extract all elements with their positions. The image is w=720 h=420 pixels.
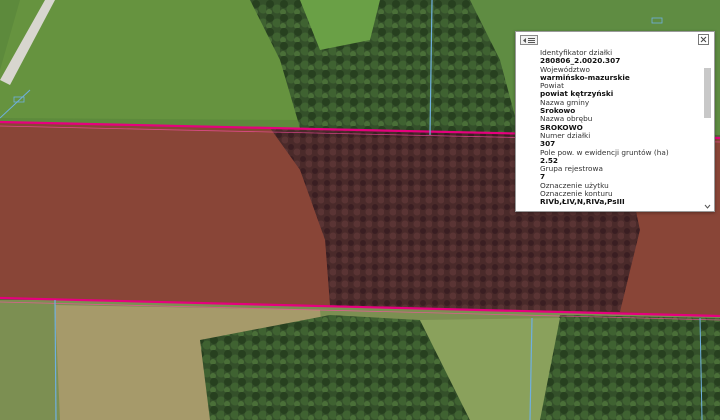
close-button[interactable] (698, 34, 709, 45)
popup-header (516, 32, 714, 48)
field-label-area: Pole pow. w ewidencji gruntów (ha) (540, 147, 669, 157)
scroll-down-button[interactable] (704, 203, 711, 210)
field-label-register-group: Grupa rejestrowa (540, 164, 603, 174)
popup-body: Identyfikator działki 280806_2.0020.307 … (540, 49, 700, 209)
chevron-down-icon (704, 204, 711, 209)
popup-scrollbar[interactable] (703, 48, 712, 210)
close-icon (700, 36, 707, 43)
list-collapse-icon (523, 37, 535, 43)
field-label-parcel-number: Numer działki (540, 130, 591, 140)
parcel-info-popup[interactable]: Identyfikator działki 280806_2.0020.307 … (515, 31, 715, 212)
field-value-voivodeship: warmińsko-mazurskie (540, 72, 630, 82)
scroll-thumb[interactable] (704, 68, 711, 118)
parcel-area-field-left (0, 122, 330, 306)
collapse-button[interactable] (520, 35, 538, 45)
field-value-contour: RIVb,ŁIV,N,RIVa,PsIII (540, 197, 625, 207)
